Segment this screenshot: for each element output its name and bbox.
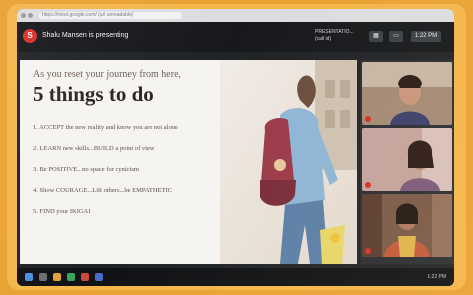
participant-video xyxy=(362,128,452,191)
mic-off-icon xyxy=(365,248,371,254)
window-dot-icon[interactable] xyxy=(28,13,33,18)
layout-button[interactable]: ▦ xyxy=(369,31,383,42)
participant-tile[interactable] xyxy=(362,194,452,257)
start-icon[interactable] xyxy=(25,273,33,281)
search-icon[interactable] xyxy=(39,273,47,281)
participant-tile[interactable] xyxy=(362,128,452,191)
participant-tile[interactable] xyxy=(362,62,452,125)
window-dot-icon[interactable] xyxy=(21,13,26,18)
avatar: S xyxy=(23,29,37,43)
participant-video xyxy=(362,194,452,257)
taskbar: 1:22 PM xyxy=(17,268,454,286)
call-info-line: PRESENTATIO... xyxy=(315,29,354,35)
monitor-screen: https://meet.google.com/ (url unreadable… xyxy=(17,9,454,286)
browser-tab-bar: https://meet.google.com/ (url unreadable… xyxy=(17,9,454,22)
call-info: PRESENTATIO... (call id) xyxy=(315,29,355,43)
mic-off-icon xyxy=(365,182,371,188)
folder-icon[interactable] xyxy=(53,273,61,281)
slide-title: 5 things to do xyxy=(33,82,154,106)
chrome-icon[interactable] xyxy=(67,273,75,281)
slide-photo xyxy=(220,60,357,264)
app-icon[interactable] xyxy=(81,273,89,281)
meet-top-bar: S Shalu Mansen is presenting PRESENTATIO… xyxy=(17,22,454,52)
taskbar-clock: 1:22 PM xyxy=(427,274,446,280)
address-bar[interactable]: https://meet.google.com/ (url unreadable… xyxy=(39,12,182,19)
participant-video xyxy=(362,62,452,125)
slide-subtitle: As you reset your journey from here, xyxy=(33,69,182,80)
call-info-line: (call id) xyxy=(315,36,332,42)
captions-button[interactable]: ▭ xyxy=(389,31,403,42)
presentation-slide: As you reset your journey from here, 5 t… xyxy=(20,60,357,264)
app-icon[interactable] xyxy=(95,273,103,281)
clock: 1:22 PM xyxy=(411,31,441,42)
presenting-status: Shalu Mansen is presenting xyxy=(42,32,129,39)
participant-panel xyxy=(360,60,454,264)
mic-off-icon xyxy=(365,116,371,122)
